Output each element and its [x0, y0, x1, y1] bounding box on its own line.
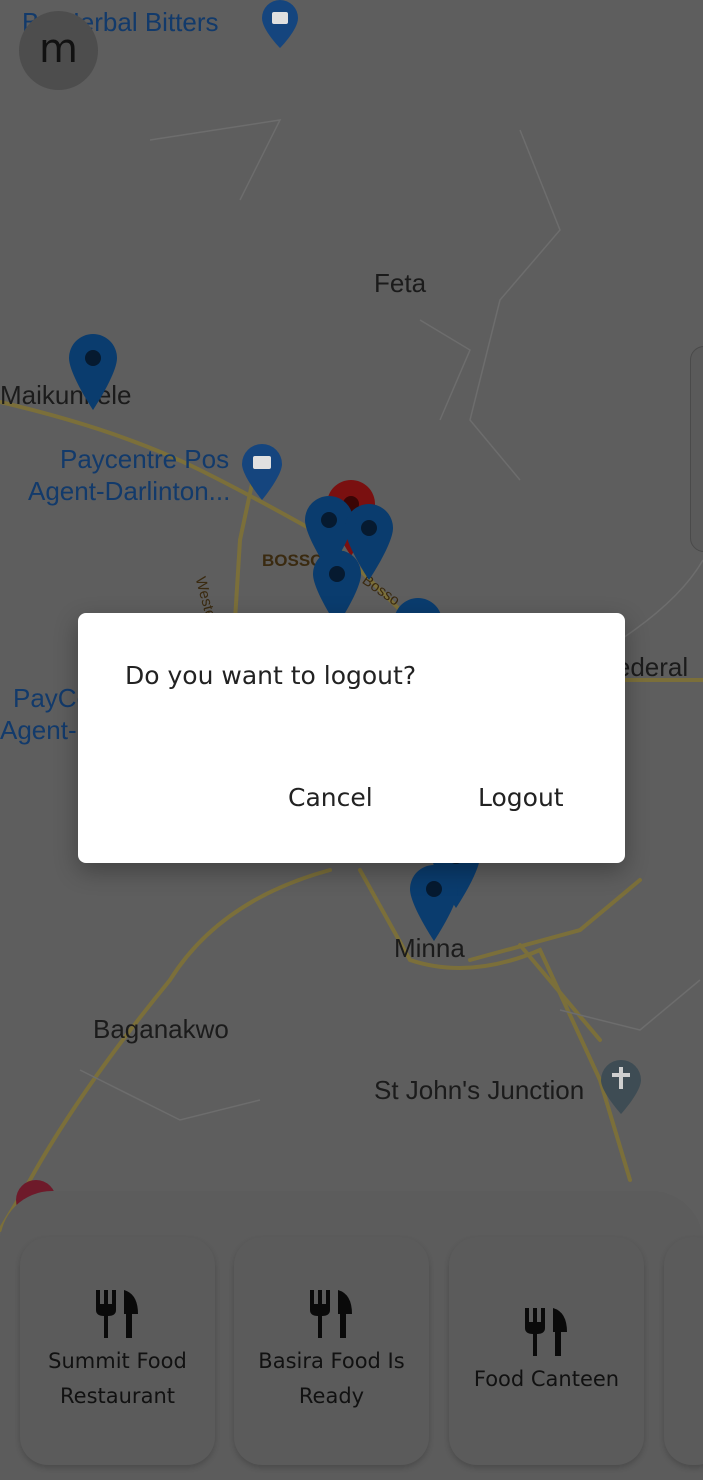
dialog-message: Do you want to logout? [125, 661, 417, 690]
logout-button[interactable]: Logout [478, 783, 564, 812]
cancel-button[interactable]: Cancel [288, 783, 373, 812]
logout-dialog: Do you want to logout? Cancel Logout [78, 613, 625, 863]
